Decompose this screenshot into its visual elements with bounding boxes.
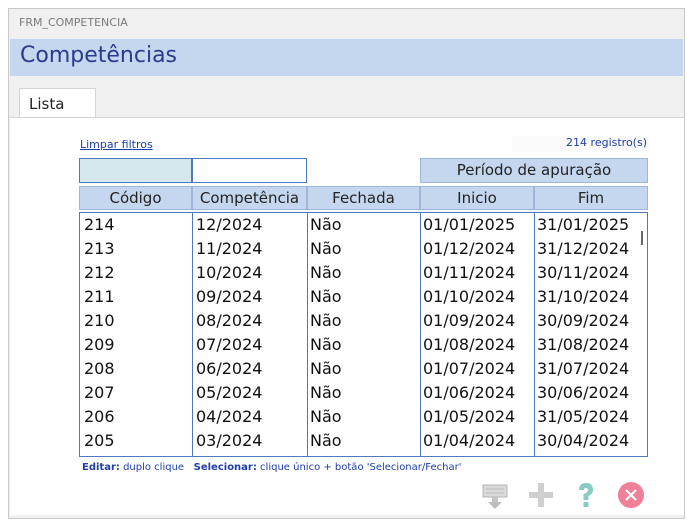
cell-codigo: 214 — [84, 215, 115, 234]
cell-codigo: 210 — [84, 311, 115, 330]
hint-edit-text: duplo clique — [123, 462, 185, 473]
cell-fechada: Não — [310, 407, 342, 426]
table-row[interactable]: 213 11/2024 Não 01/12/2024 31/12/2024 — [80, 239, 640, 263]
cell-inicio: 01/05/2024 — [423, 407, 516, 426]
column-header-fechada[interactable]: Fechada — [307, 186, 420, 210]
hint-edit-label: Editar: — [82, 462, 120, 473]
cell-fechada: Não — [310, 239, 342, 258]
cell-fim: 31/05/2024 — [537, 407, 630, 426]
cell-codigo: 206 — [84, 407, 115, 426]
cell-fim: 31/10/2024 — [537, 287, 630, 306]
window-title: FRM_COMPETENCIA — [19, 16, 128, 29]
cell-inicio: 01/01/2025 — [423, 215, 516, 234]
cell-competencia: 10/2024 — [196, 263, 263, 282]
table-row[interactable]: 209 07/2024 Não 01/08/2024 31/08/2024 — [80, 335, 640, 359]
cell-codigo: 212 — [84, 263, 115, 282]
cell-competencia: 04/2024 — [196, 407, 263, 426]
cell-inicio: 01/10/2024 — [423, 287, 516, 306]
competence-filter-input[interactable] — [192, 158, 307, 183]
cell-fechada: Não — [310, 383, 342, 402]
cell-codigo: 213 — [84, 239, 115, 258]
clear-filters-link[interactable]: Limpar filtros — [80, 138, 153, 151]
cell-codigo: 207 — [84, 383, 115, 402]
cell-competencia: 03/2024 — [196, 431, 263, 450]
column-header-inicio[interactable]: Inicio — [420, 186, 534, 210]
table-row[interactable]: 206 04/2024 Não 01/05/2024 31/05/2024 — [80, 407, 640, 431]
column-header-competencia[interactable]: Competência — [192, 186, 307, 210]
cell-fechada: Não — [310, 335, 342, 354]
header-band: Competências — [10, 39, 683, 76]
cell-fim: 31/07/2024 — [537, 359, 630, 378]
cell-inicio: 01/12/2024 — [423, 239, 516, 258]
cell-competencia: 07/2024 — [196, 335, 263, 354]
help-icon[interactable] — [571, 480, 601, 510]
table-row[interactable]: 208 06/2024 Não 01/07/2024 31/07/2024 — [80, 359, 640, 383]
cell-fim: 30/06/2024 — [537, 383, 630, 402]
table-row[interactable]: 211 09/2024 Não 01/10/2024 31/10/2024 — [80, 287, 640, 311]
cell-fim: 31/08/2024 — [537, 335, 630, 354]
record-count: 214 registro(s) — [512, 136, 649, 152]
hint-select-text: clique único + botão 'Selecionar/Fechar' — [260, 462, 462, 473]
cell-competencia: 12/2024 — [196, 215, 263, 234]
hint-select-label: Selecionar: — [193, 462, 257, 473]
cell-fim: 30/04/2024 — [537, 431, 630, 450]
cell-inicio: 01/07/2024 — [423, 359, 516, 378]
cell-fechada: Não — [310, 215, 342, 234]
cell-fim: 31/12/2024 — [537, 239, 630, 258]
records-list[interactable]: 214 12/2024 Não 01/01/2025 31/01/2025 21… — [79, 212, 648, 457]
cell-codigo: 211 — [84, 287, 115, 306]
cell-fechada: Não — [310, 359, 342, 378]
table-row[interactable]: 207 05/2024 Não 01/06/2024 30/06/2024 — [80, 383, 640, 407]
cell-inicio: 01/09/2024 — [423, 311, 516, 330]
cell-codigo: 205 — [84, 431, 115, 450]
list-panel: Limpar filtros 214 registro(s) Período d… — [10, 117, 684, 515]
cell-codigo: 208 — [84, 359, 115, 378]
cell-competencia: 09/2024 — [196, 287, 263, 306]
cell-fim: 31/01/2025 — [537, 215, 630, 234]
table-row[interactable]: 214 12/2024 Não 01/01/2025 31/01/2025 — [80, 215, 640, 239]
cell-competencia: 11/2024 — [196, 239, 263, 258]
code-filter-input[interactable] — [79, 158, 192, 183]
table-row[interactable]: 212 10/2024 Não 01/11/2024 30/11/2024 — [80, 263, 640, 287]
add-icon[interactable] — [526, 480, 556, 510]
close-icon[interactable] — [616, 480, 646, 510]
tab-lista[interactable]: Lista — [19, 88, 96, 118]
cell-competencia: 05/2024 — [196, 383, 263, 402]
scroll-thumb[interactable] — [641, 231, 643, 245]
cell-codigo: 209 — [84, 335, 115, 354]
period-header: Período de apuração — [420, 158, 648, 183]
cell-competencia: 08/2024 — [196, 311, 263, 330]
cell-fim: 30/09/2024 — [537, 311, 630, 330]
cell-competencia: 06/2024 — [196, 359, 263, 378]
cell-inicio: 01/08/2024 — [423, 335, 516, 354]
form-window: FRM_COMPETENCIA Competências Lista Limpa… — [8, 8, 685, 519]
cell-fechada: Não — [310, 311, 342, 330]
table-row[interactable]: 210 08/2024 Não 01/09/2024 30/09/2024 — [80, 311, 640, 335]
cell-fim: 30/11/2024 — [537, 263, 630, 282]
vertical-scrollbar[interactable] — [637, 213, 647, 456]
select-close-icon[interactable] — [480, 480, 510, 510]
page-title: Competências — [20, 43, 178, 68]
cell-fechada: Não — [310, 431, 342, 450]
cell-fechada: Não — [310, 287, 342, 306]
column-header-codigo[interactable]: Código — [79, 186, 192, 210]
cell-inicio: 01/11/2024 — [423, 263, 516, 282]
cell-fechada: Não — [310, 263, 342, 282]
column-header-fim[interactable]: Fim — [534, 186, 648, 210]
table-row[interactable]: 205 03/2024 Não 01/04/2024 30/04/2024 — [80, 431, 640, 455]
cell-inicio: 01/04/2024 — [423, 431, 516, 450]
usage-hint: Editar: duplo clique Selecionar: clique … — [82, 462, 461, 473]
cell-inicio: 01/06/2024 — [423, 383, 516, 402]
